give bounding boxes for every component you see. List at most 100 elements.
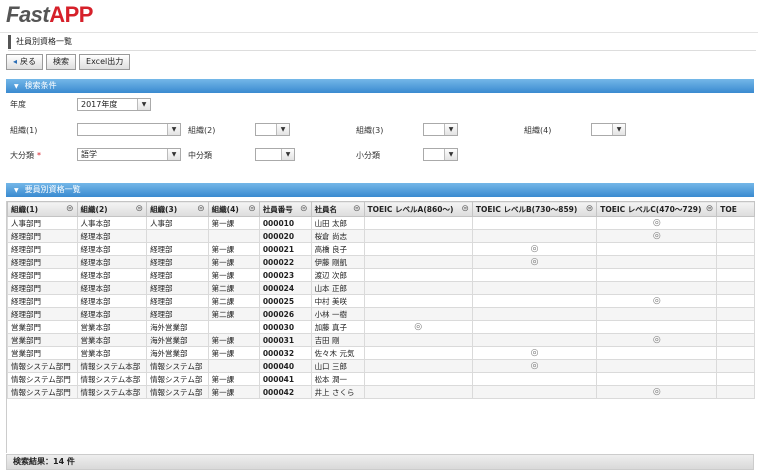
table-cell: 海外営業部 <box>146 346 209 360</box>
table-cell <box>596 281 718 295</box>
major-category-select[interactable]: 語学 ▼ <box>77 148 181 161</box>
toolbar: ◂ 戻る 検索 Excel出力 <box>6 54 131 70</box>
org3-select[interactable]: ▼ <box>423 123 458 136</box>
sort-icon[interactable]: ⊜ <box>586 204 594 214</box>
table-cell: 経理部門 <box>7 255 78 269</box>
sort-icon[interactable]: ⊜ <box>461 204 469 214</box>
table-row[interactable]: 経理部門 経理本部 000020 桜倉 尚志 ◎ <box>7 229 755 243</box>
sort-icon[interactable]: ⊜ <box>197 204 205 214</box>
table-cell: 000020 <box>258 229 312 243</box>
column-header-label: 社員名 <box>314 204 338 214</box>
excel-export-button[interactable]: Excel出力 <box>79 54 131 70</box>
sort-icon[interactable]: ⊜ <box>248 204 256 214</box>
table-cell: ◎ <box>596 294 718 308</box>
table-row[interactable]: 情報システム部門 情報システム本部 情報システム部 第一課 000041 松本 潤一 <box>7 372 755 386</box>
grid-section-header[interactable]: ▼ 要員別資格一覧 <box>6 183 754 197</box>
table-cell: 桜倉 尚志 <box>310 229 365 243</box>
table-cell: 000030 <box>258 320 312 334</box>
column-header[interactable]: 社員番号 ⊜ <box>258 201 312 217</box>
minor-category-select[interactable]: ▼ <box>423 148 458 161</box>
table-cell <box>363 385 473 399</box>
table-cell: ◎ <box>596 333 718 347</box>
table-cell: 000010 <box>258 216 312 230</box>
sort-icon[interactable]: ⊜ <box>66 204 74 214</box>
sort-icon[interactable]: ⊜ <box>300 204 308 214</box>
table-cell <box>716 385 755 399</box>
search-button[interactable]: 検索 <box>46 54 77 70</box>
table-cell: 佐々木 元気 <box>310 346 365 360</box>
table-row[interactable]: 経理部門 経理本部 経理部 第一課 000023 渡辺 次郎 <box>7 268 755 282</box>
table-cell: 第二課 <box>207 307 260 321</box>
table-row[interactable]: 情報システム部門 情報システム本部 情報システム部 000040 山口 三郎 ◎ <box>7 359 755 373</box>
table-cell: 営業本部 <box>76 333 148 347</box>
table-cell: 人事部 <box>146 216 209 230</box>
column-header[interactable]: 組織(2) ⊜ <box>76 201 148 217</box>
org4-select[interactable]: ▼ <box>591 123 626 136</box>
table-cell: 経理部門 <box>7 268 78 282</box>
column-header[interactable]: 組織(3) ⊜ <box>146 201 209 217</box>
table-cell: 第二課 <box>207 281 260 295</box>
table-cell: 000022 <box>258 255 312 269</box>
table-row[interactable]: 経理部門 経理本部 経理部 第二課 000026 小林 一樹 <box>7 307 755 321</box>
table-cell: 000032 <box>258 346 312 360</box>
table-cell <box>363 359 473 373</box>
table-cell: 営業部門 <box>7 333 78 347</box>
chevron-down-icon: ▼ <box>167 149 180 160</box>
table-cell <box>716 294 755 308</box>
column-header-label: 組織(2) <box>80 204 108 214</box>
sort-icon[interactable]: ⊜ <box>353 204 361 214</box>
table-cell: ◎ <box>596 229 718 243</box>
middle-category-label: 中分類 <box>188 151 212 160</box>
middle-category-select[interactable]: ▼ <box>255 148 295 161</box>
column-header[interactable]: TOEIC レベルB(730〜859) ⊜ <box>471 201 598 217</box>
table-cell: 営業本部 <box>76 346 148 360</box>
table-cell <box>716 281 755 295</box>
table-row[interactable]: 経理部門 経理本部 経理部 第二課 000025 中村 美咲 ◎ <box>7 294 755 308</box>
column-header[interactable]: 組織(1) ⊜ <box>7 201 78 217</box>
sort-icon[interactable]: ⊜ <box>706 204 714 214</box>
table-cell: 経理本部 <box>76 307 148 321</box>
table-row[interactable]: 営業部門 営業本部 海外営業部 第一課 000031 吉田 剛 ◎ <box>7 333 755 347</box>
table-cell <box>363 255 473 269</box>
year-select-value: 2017年度 <box>81 100 118 109</box>
table-cell: 情報システム部門 <box>7 385 78 399</box>
table-row[interactable]: 経理部門 経理本部 経理部 第二課 000024 山本 正郎 <box>7 281 755 295</box>
table-cell: 情報システム本部 <box>76 372 148 386</box>
table-cell: ◎ <box>471 346 598 360</box>
table-cell <box>596 268 718 282</box>
back-button[interactable]: ◂ 戻る <box>6 54 44 70</box>
column-header[interactable]: 社員名 ⊜ <box>310 201 365 217</box>
table-row[interactable]: 経理部門 経理本部 経理部 第一課 000022 伊藤 剛凱 ◎ <box>7 255 755 269</box>
table-cell <box>471 333 598 347</box>
column-header[interactable]: TOE <box>716 201 755 217</box>
table-cell: 経理部 <box>146 307 209 321</box>
table-cell <box>471 268 598 282</box>
search-conditions-header[interactable]: ▼ 検索条件 <box>6 79 754 93</box>
title-underline <box>8 50 756 51</box>
table-row[interactable]: 人事部門 人事本部 人事部 第一課 000010 山田 太郎 ◎ <box>7 216 755 230</box>
chevron-down-icon: ▼ <box>276 124 289 135</box>
org1-select[interactable]: ▼ <box>77 123 181 136</box>
table-cell <box>363 346 473 360</box>
table-cell: 小林 一樹 <box>310 307 365 321</box>
table-row[interactable]: 情報システム部門 情報システム本部 情報システム部 第一課 000042 井上 さくら ◎ <box>7 385 755 399</box>
table-cell: 000021 <box>258 242 312 256</box>
column-header[interactable]: TOEIC レベルA(860〜) ⊜ <box>363 201 473 217</box>
org2-select[interactable]: ▼ <box>255 123 290 136</box>
table-row[interactable]: 営業部門 営業本部 海外営業部 第一課 000032 佐々木 元気 ◎ <box>7 346 755 360</box>
column-header[interactable]: 組織(4) ⊜ <box>207 201 260 217</box>
column-header[interactable]: TOEIC レベルC(470〜729) ⊜ <box>596 201 718 217</box>
table-cell <box>363 216 473 230</box>
table-cell: 情報システム部 <box>146 385 209 399</box>
year-select[interactable]: 2017年度 ▼ <box>77 98 151 111</box>
column-header-label: 社員番号 <box>262 204 293 214</box>
header-divider <box>0 32 758 33</box>
app-logo: FastAPP <box>6 2 93 27</box>
table-cell: 吉田 剛 <box>310 333 365 347</box>
table-row[interactable]: 営業部門 営業本部 海外営業部 000030 加藤 真子 ◎ <box>7 320 755 334</box>
table-row[interactable]: 経理部門 経理本部 経理部 第一課 000021 高橋 良子 ◎ <box>7 242 755 256</box>
major-category-value: 語学 <box>81 150 97 159</box>
sort-icon[interactable]: ⊜ <box>136 204 144 214</box>
table-cell: 情報システム部 <box>146 359 209 373</box>
org3-label: 組織(3) <box>356 126 384 135</box>
